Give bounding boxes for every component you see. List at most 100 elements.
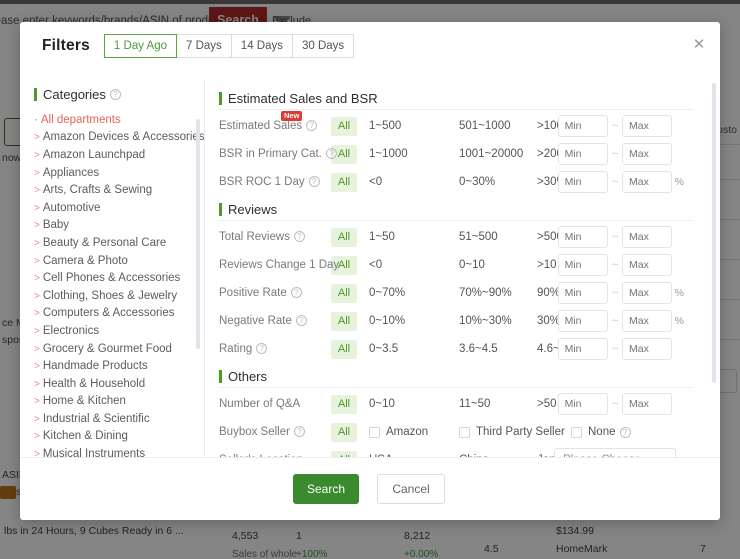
category-item[interactable]: · All departments — [34, 111, 204, 129]
max-input[interactable] — [622, 393, 672, 415]
filter-checkbox-option[interactable]: None? — [571, 426, 661, 438]
min-input[interactable] — [557, 310, 608, 332]
help-icon[interactable]: ? — [109, 89, 121, 100]
min-input[interactable] — [557, 254, 608, 276]
min-input[interactable] — [557, 115, 608, 137]
tab-7-days[interactable]: 7 Days — [177, 34, 232, 58]
help-icon[interactable]: ? — [306, 120, 318, 132]
max-input[interactable] — [622, 310, 672, 332]
categories-scrollbar[interactable] — [196, 119, 200, 349]
category-item[interactable]: > Appliances — [34, 164, 204, 182]
filter-option[interactable]: 70%~90% — [459, 287, 537, 299]
filter-option[interactable]: 51~500 — [459, 231, 537, 243]
filter-option-all[interactable]: All — [331, 227, 357, 247]
filter-checkbox-option[interactable]: Amazon — [369, 426, 459, 438]
filter-option[interactable]: <0 — [369, 176, 459, 188]
category-item[interactable]: > Arts, Crafts & Sewing — [34, 181, 204, 199]
help-icon[interactable]: ? — [293, 231, 305, 243]
range-separator: ~ — [611, 120, 618, 132]
help-icon[interactable]: ? — [293, 426, 305, 438]
max-input[interactable] — [622, 143, 672, 165]
filter-option[interactable]: 1~500 — [369, 120, 459, 132]
filter-option[interactable]: 0~30% — [459, 176, 537, 188]
filter-row: Estimated Sales? New All 1~500 501~1000 >1000… — [219, 111, 694, 140]
category-item[interactable]: > Home & Kitchen — [34, 393, 204, 411]
filter-option-all[interactable]: All — [331, 172, 357, 192]
filter-option-all[interactable]: All — [331, 339, 357, 359]
chevron-right-icon: > — [34, 431, 40, 443]
category-item[interactable]: > Camera & Photo — [34, 252, 204, 270]
range-inputs: ~ — [557, 254, 672, 276]
help-icon[interactable]: ? — [290, 287, 302, 299]
tab-1-day-ago[interactable]: 1 Day Ago — [103, 34, 177, 58]
checkbox-label: None — [588, 426, 616, 438]
help-icon[interactable]: ? — [619, 426, 631, 438]
min-input[interactable] — [557, 226, 608, 248]
filter-option[interactable]: 0~10 — [369, 398, 459, 410]
max-input[interactable] — [622, 115, 672, 137]
category-item[interactable]: > Electronics — [34, 322, 204, 340]
category-item[interactable]: > Kitchen & Dining — [34, 428, 204, 446]
filter-option[interactable]: 11~50 — [459, 398, 537, 410]
category-item[interactable]: > Musical Instruments — [34, 445, 204, 457]
category-item[interactable]: > Clothing, Shoes & Jewelry — [34, 287, 204, 305]
filter-option[interactable]: 1~50 — [369, 231, 459, 243]
tab-30-days[interactable]: 30 Days — [292, 34, 355, 58]
checkbox[interactable] — [369, 426, 380, 438]
filter-option-all[interactable]: All — [331, 422, 357, 442]
filter-option[interactable]: 3.6~4.5 — [459, 343, 537, 355]
category-item[interactable]: > Computers & Accessories — [34, 305, 204, 323]
category-item[interactable]: > Automotive — [34, 199, 204, 217]
category-item[interactable]: > Cell Phones & Accessories — [34, 269, 204, 287]
min-input[interactable] — [557, 338, 608, 360]
max-input[interactable] — [622, 338, 672, 360]
max-input[interactable] — [622, 282, 672, 304]
checkbox-label: Third Party Seller — [476, 426, 565, 438]
min-input[interactable] — [557, 393, 608, 415]
category-item[interactable]: > Industrial & Scientific — [34, 410, 204, 428]
help-icon[interactable]: ? — [295, 315, 307, 327]
seller-location-select[interactable]: Please Choose — [554, 448, 676, 457]
filter-option[interactable]: 0~10 — [459, 259, 537, 271]
filter-option[interactable]: <0 — [369, 259, 459, 271]
range-unit: % — [674, 315, 684, 327]
filter-option[interactable]: 1~1000 — [369, 148, 459, 160]
search-button[interactable]: Search — [293, 474, 359, 504]
range-inputs: ~% — [557, 310, 684, 332]
filter-option-all[interactable]: All — [331, 283, 357, 303]
cancel-button[interactable]: Cancel — [377, 474, 445, 504]
category-item[interactable]: > Amazon Devices & Accessories — [34, 129, 204, 147]
category-item[interactable]: > Amazon Launchpad — [34, 146, 204, 164]
tab-14-days[interactable]: 14 Days — [231, 34, 293, 58]
category-item[interactable]: > Health & Household — [34, 375, 204, 393]
new-badge: New — [281, 111, 303, 121]
max-input[interactable] — [622, 226, 672, 248]
chevron-right-icon: > — [34, 132, 40, 144]
category-item[interactable]: > Grocery & Gourmet Food — [34, 340, 204, 358]
filter-option[interactable]: 0~10% — [369, 315, 459, 327]
help-icon[interactable]: ? — [256, 343, 268, 355]
filter-option-all[interactable]: All — [331, 116, 357, 136]
filter-checkbox-option[interactable]: Third Party Seller — [459, 426, 571, 438]
filter-option[interactable]: 0~3.5 — [369, 343, 459, 355]
category-item[interactable]: > Baby — [34, 217, 204, 235]
filter-option-all[interactable]: All — [331, 394, 357, 414]
filter-option[interactable]: 0~70% — [369, 287, 459, 299]
min-input[interactable] — [557, 143, 608, 165]
filter-option[interactable]: 10%~30% — [459, 315, 537, 327]
checkbox[interactable] — [459, 426, 470, 438]
max-input[interactable] — [622, 171, 672, 193]
category-item[interactable]: > Beauty & Personal Care — [34, 234, 204, 252]
filter-option-all[interactable]: All — [331, 311, 357, 331]
filters-scrollbar[interactable] — [712, 83, 716, 383]
max-input[interactable] — [622, 254, 672, 276]
filter-row: Buybox Seller? All Amazon Third Party Selle… — [219, 418, 694, 446]
filter-option[interactable]: 1001~20000 — [459, 148, 537, 160]
help-icon[interactable]: ? — [308, 176, 320, 188]
min-input[interactable] — [557, 171, 608, 193]
close-icon[interactable]: ✕ — [690, 36, 708, 54]
category-item[interactable]: > Handmade Products — [34, 357, 204, 375]
min-input[interactable] — [557, 282, 608, 304]
filter-option[interactable]: 501~1000 — [459, 120, 537, 132]
checkbox[interactable] — [571, 426, 582, 438]
